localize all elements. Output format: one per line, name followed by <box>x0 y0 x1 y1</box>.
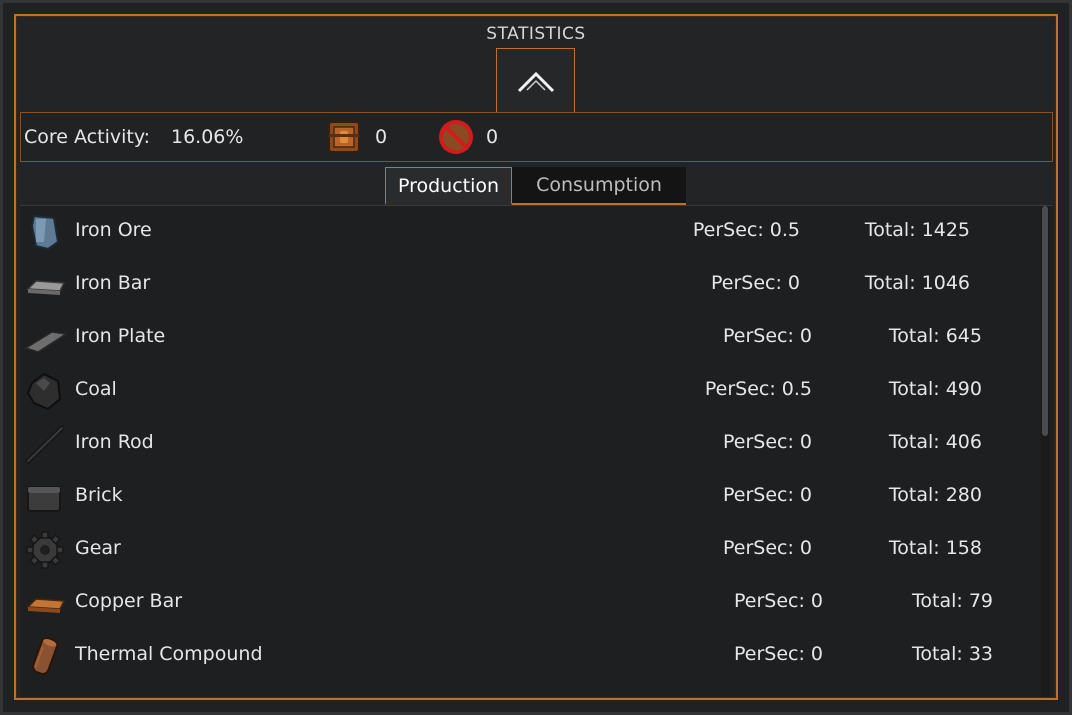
item-persec: PerSec: 0.5 <box>704 378 812 400</box>
list-item: Iron Bar PerSec: 0 Total: 1046 <box>20 259 1020 312</box>
copper-bar-icon <box>26 598 66 613</box>
item-persec: PerSec: 0 <box>722 537 812 559</box>
item-total: Total: 1046 <box>864 272 970 294</box>
statistics-panel: STATISTICS Core Activity: 16.06% 0 0 Pro… <box>14 14 1058 700</box>
tab-bar: Production Consumption <box>385 167 686 205</box>
item-total: Total: 1425 <box>864 219 970 241</box>
panel-title: STATISTICS <box>486 24 586 44</box>
item-name: Iron Ore <box>75 219 152 241</box>
item-name: Copper Bar <box>75 590 183 612</box>
item-name: Brick <box>75 484 123 506</box>
item-total: Total: 645 <box>888 325 982 347</box>
coal-icon <box>26 372 62 411</box>
item-persec: PerSec: 0 <box>722 431 812 453</box>
item-total: Total: 280 <box>888 484 982 506</box>
item-name: Iron Rod <box>75 431 154 453</box>
item-total: Total: 406 <box>888 431 982 453</box>
list-item: Iron Plate PerSec: 0 Total: 645 <box>20 312 1020 365</box>
core-activity-bar: Core Activity: 16.06% 0 0 <box>20 112 1053 162</box>
list-item: Iron Rod PerSec: 0 Total: 406 <box>20 418 1020 471</box>
item-name: Gear <box>75 537 121 559</box>
blocked-count: 0 <box>486 126 499 148</box>
list-item: Gear PerSec: 0 Total: 158 <box>20 524 1020 577</box>
list-item: Coal PerSec: 0.5 Total: 490 <box>20 365 1020 418</box>
list-item: Brick PerSec: 0 Total: 280 <box>20 471 1020 524</box>
iron-ore-icon <box>30 214 60 251</box>
list-item: Iron Ore PerSec: 0.5 Total: 1425 <box>20 206 1020 259</box>
iron-rod-icon <box>25 425 65 464</box>
item-name: Iron Bar <box>75 272 151 294</box>
iron-plate-icon <box>24 331 66 353</box>
item-total: Total: 158 <box>888 537 982 559</box>
item-persec: PerSec: 0 <box>733 590 823 612</box>
item-persec: PerSec: 0 <box>722 484 812 506</box>
item-persec: PerSec: 0 <box>722 325 812 347</box>
core-activity-value: 16.06% <box>171 126 244 148</box>
tab-production[interactable]: Production <box>385 167 512 205</box>
brick-icon <box>27 486 61 512</box>
list-item: Copper Bar PerSec: 0 Total: 79 <box>20 577 1020 630</box>
item-persec: PerSec: 0 <box>710 272 800 294</box>
list-scrollbar[interactable] <box>1041 206 1049 697</box>
item-total: Total: 79 <box>912 590 993 612</box>
item-name: Thermal Compound <box>75 643 263 665</box>
crate-count: 0 <box>375 126 388 148</box>
blocked-crate-icon <box>437 119 475 160</box>
scrollbar-thumb[interactable] <box>1042 206 1048 436</box>
tab-consumption[interactable]: Consumption <box>512 167 686 205</box>
core-activity-label: Core Activity: <box>24 126 151 148</box>
item-total: Total: 490 <box>888 378 982 400</box>
thermal-compound-icon <box>32 637 58 675</box>
item-total: Total: 33 <box>912 643 993 665</box>
item-name: Iron Plate <box>75 325 166 347</box>
production-list[interactable]: Iron Ore PerSec: 0.5 Total: 1425 Iron Ba… <box>20 205 1053 697</box>
item-name: Coal <box>75 378 117 400</box>
item-persec: PerSec: 0 <box>733 643 823 665</box>
collapse-button[interactable] <box>496 48 575 114</box>
collapse-arrow-icon <box>517 71 554 92</box>
list-item: Thermal Compound PerSec: 0 Total: 33 <box>20 630 1020 683</box>
gear-icon <box>26 531 64 569</box>
item-persec: PerSec: 0.5 <box>692 219 800 241</box>
iron-bar-icon <box>26 280 66 295</box>
crate-icon <box>326 119 362 160</box>
